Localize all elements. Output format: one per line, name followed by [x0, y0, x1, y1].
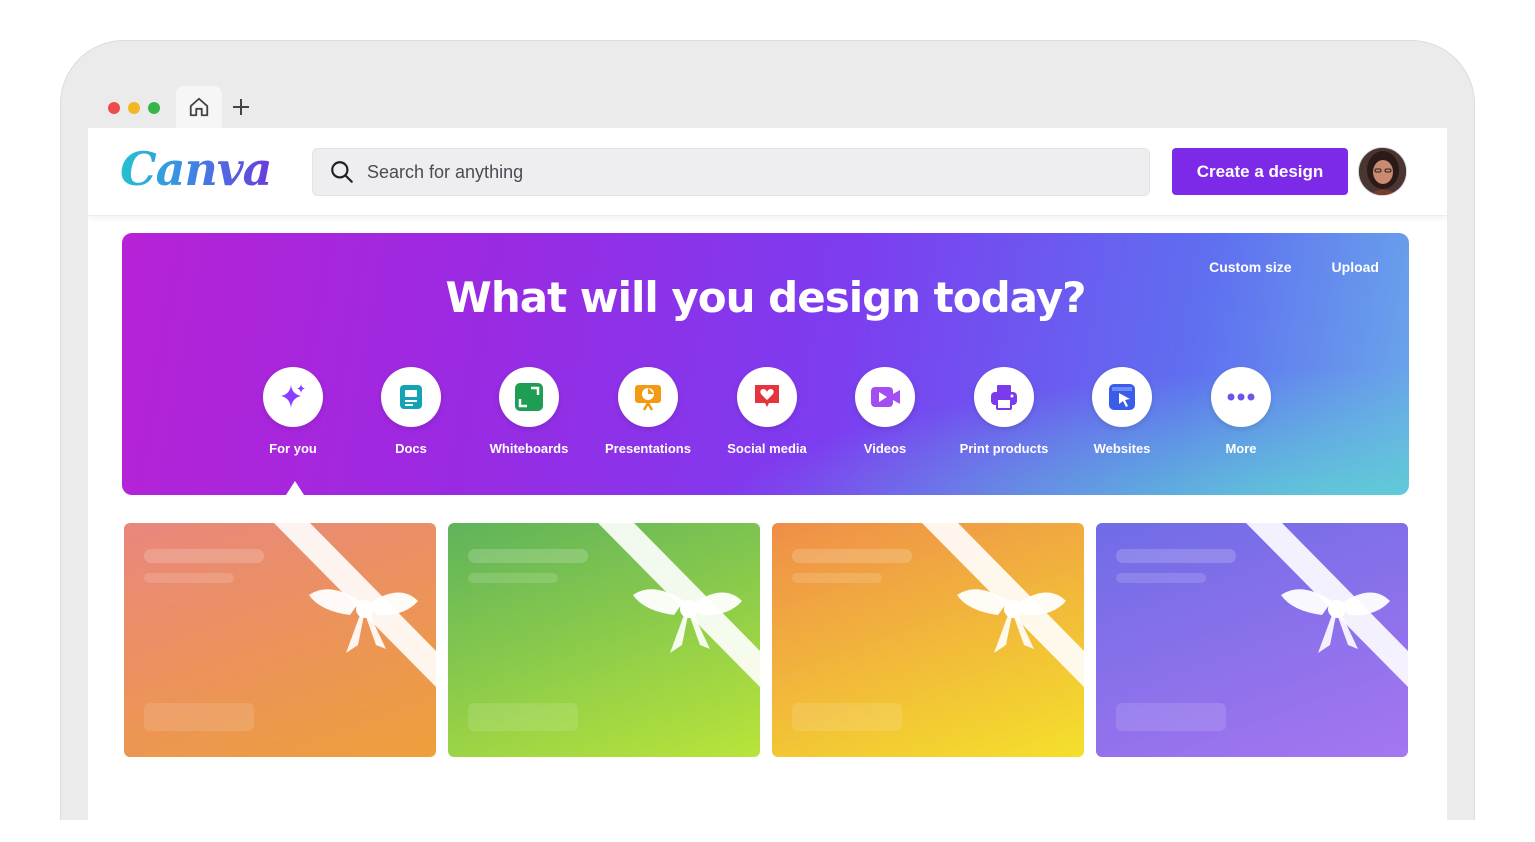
printer-icon — [991, 385, 1017, 410]
category-circle — [618, 367, 678, 427]
tab-home[interactable] — [176, 86, 222, 128]
top-header: Canva Create a design — [88, 128, 1447, 216]
maximize-window-dot[interactable] — [148, 102, 160, 114]
category-more[interactable]: More — [1181, 367, 1301, 456]
canva-logo[interactable]: Canva — [120, 142, 272, 196]
category-videos[interactable]: Videos — [825, 367, 945, 456]
sparkle-icon — [281, 384, 305, 408]
category-for-you[interactable]: For you — [233, 367, 353, 456]
custom-size-link[interactable]: Custom size — [1209, 259, 1291, 275]
new-tab-button[interactable] — [228, 94, 254, 120]
create-design-button[interactable]: Create a design — [1172, 148, 1348, 195]
search-bar[interactable] — [312, 148, 1150, 196]
category-label: Videos — [863, 441, 907, 456]
home-icon — [189, 97, 209, 117]
gift-card[interactable] — [448, 523, 760, 757]
gift-ribbon — [792, 523, 1084, 731]
plus-icon — [233, 99, 249, 115]
gift-ribbon — [1116, 523, 1408, 731]
category-circle — [737, 367, 797, 427]
design-categories: For you Docs Whiteboards Presentations S… — [122, 367, 1409, 467]
gift-card[interactable] — [124, 523, 436, 757]
gift-card[interactable] — [1096, 523, 1408, 757]
selected-category-indicator — [286, 481, 304, 495]
category-print-products[interactable]: Print products — [944, 367, 1064, 456]
category-presentations[interactable]: Presentations — [588, 367, 708, 456]
gift-ribbon — [144, 523, 436, 731]
hero-links: Custom size Upload — [1209, 259, 1379, 275]
presentation-icon — [635, 385, 661, 411]
user-photo — [1359, 148, 1406, 195]
search-icon — [331, 161, 353, 183]
category-circle — [381, 367, 441, 427]
category-circle — [974, 367, 1034, 427]
heart-icon — [755, 385, 779, 407]
gift-card[interactable] — [772, 523, 1084, 757]
more-icon — [1227, 393, 1255, 401]
category-label: Presentations — [605, 441, 691, 456]
window-controls — [108, 102, 160, 114]
upload-link[interactable]: Upload — [1332, 259, 1379, 275]
whiteboard-icon — [515, 383, 543, 411]
gift-cards-row — [124, 523, 1409, 757]
search-input[interactable] — [367, 161, 1067, 183]
category-whiteboards[interactable]: Whiteboards — [469, 367, 589, 456]
category-label: For you — [269, 441, 317, 456]
category-circle — [1211, 367, 1271, 427]
design-hero-banner: What will you design today? Custom size … — [122, 233, 1409, 495]
category-label: More — [1225, 441, 1257, 456]
canva-page: Canva Create a design What will you desi… — [88, 128, 1447, 820]
category-circle — [263, 367, 323, 427]
category-social-media[interactable]: Social media — [707, 367, 827, 456]
category-label: Print products — [959, 441, 1049, 456]
category-label: Social media — [727, 441, 807, 456]
gift-ribbon — [468, 523, 760, 731]
doc-icon — [400, 385, 422, 409]
category-label: Whiteboards — [489, 441, 569, 456]
category-label: Websites — [1093, 441, 1151, 456]
category-docs[interactable]: Docs — [351, 367, 471, 456]
category-circle — [499, 367, 559, 427]
category-label: Docs — [395, 441, 427, 456]
close-window-dot[interactable] — [108, 102, 120, 114]
category-circle — [855, 367, 915, 427]
video-icon — [871, 387, 900, 407]
category-circle — [1092, 367, 1152, 427]
hero-title: What will you design today? — [445, 273, 1087, 322]
browser-chrome — [88, 86, 1447, 128]
category-websites[interactable]: Websites — [1062, 367, 1182, 456]
cursor-icon — [1109, 384, 1135, 410]
avatar[interactable] — [1358, 147, 1407, 196]
minimize-window-dot[interactable] — [128, 102, 140, 114]
